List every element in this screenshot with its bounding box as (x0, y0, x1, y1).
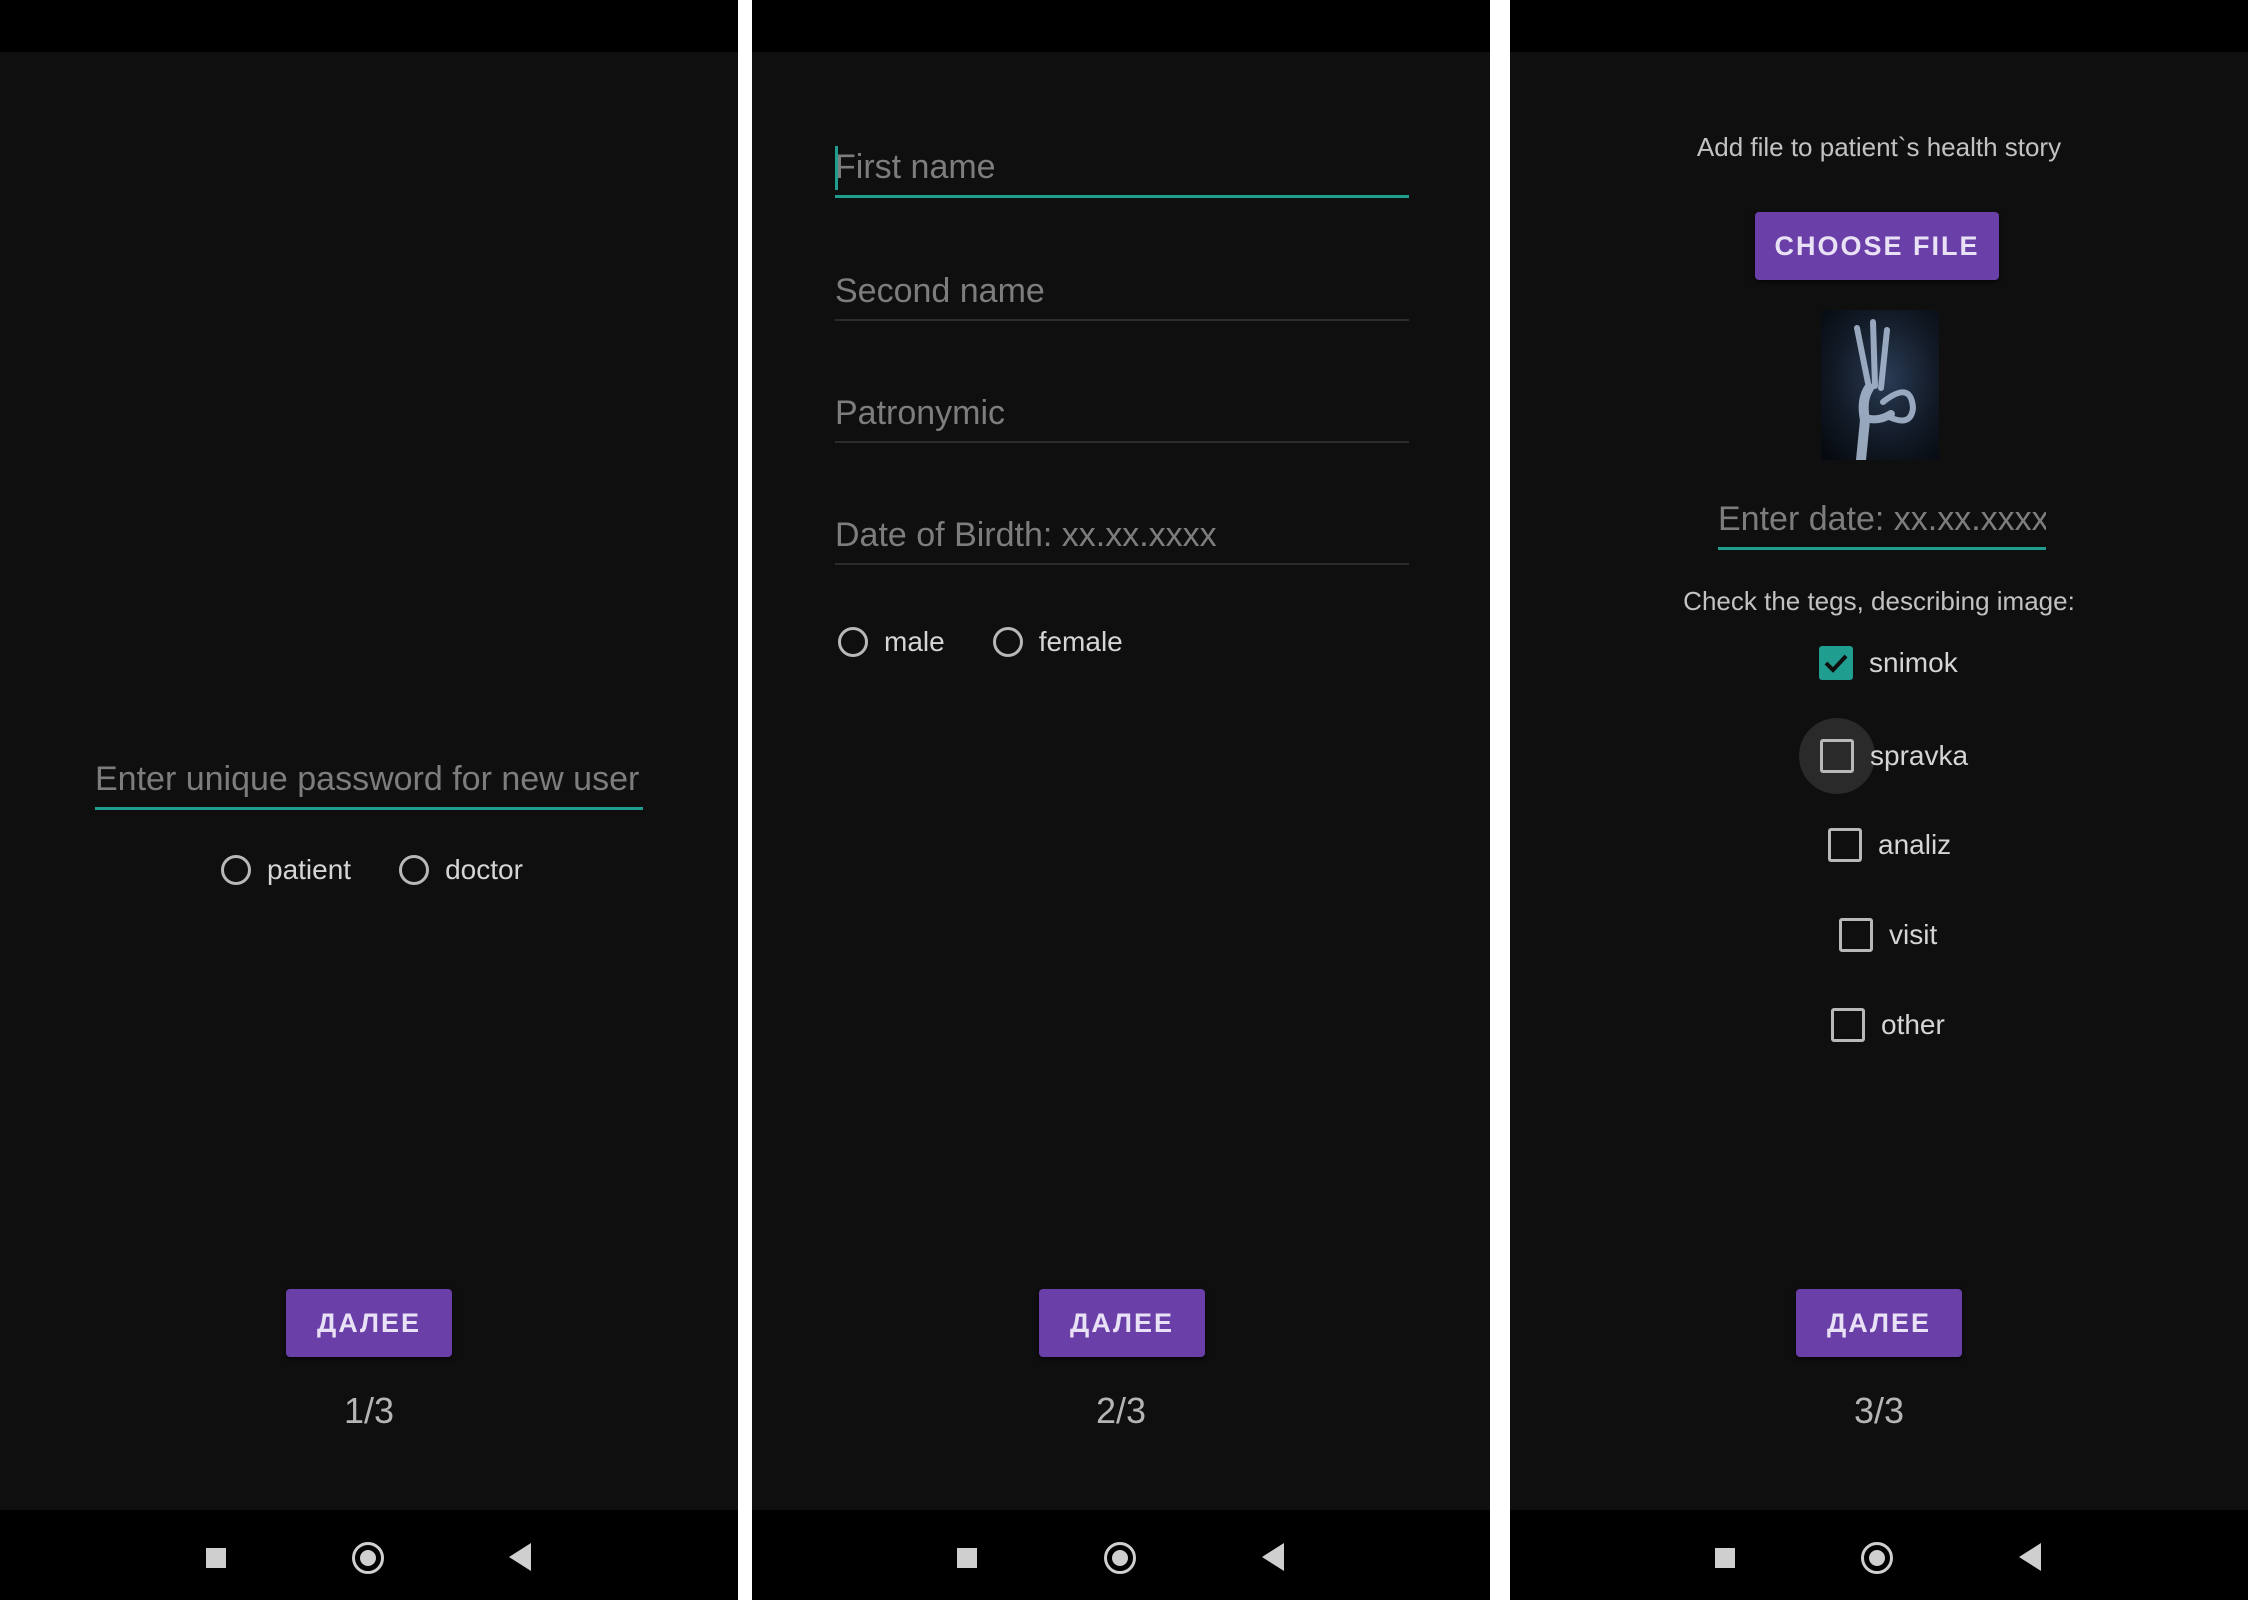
tag-label: other (1881, 1009, 1945, 1040)
xray-hand-graphic (1854, 319, 1917, 465)
page-indicator: 2/3 (1095, 1390, 1147, 1431)
xray-hand-image[interactable] (1821, 310, 1939, 465)
radio-patient-circle[interactable] (221, 855, 251, 885)
next-button[interactable]: ДАЛЕЕ (1796, 1289, 1962, 1357)
tags-caption: Check the tegs, describing image: (1683, 586, 2075, 616)
navigation-bar (0, 1510, 738, 1600)
date-of-birth-input[interactable] (835, 516, 1409, 565)
home-icon[interactable] (352, 1542, 384, 1574)
navigation-bar (1510, 1510, 2248, 1600)
radio-male[interactable]: male (838, 626, 945, 658)
tag-snimok[interactable]: snimok (1819, 646, 1958, 680)
add-file-caption: Add file to patient`s health story (1696, 132, 2062, 162)
recents-icon[interactable] (206, 1548, 226, 1568)
back-icon[interactable] (1262, 1543, 1284, 1571)
second-name-input[interactable] (835, 272, 1409, 321)
checkbox-other[interactable] (1831, 1008, 1865, 1042)
tag-other[interactable]: other (1831, 1008, 1945, 1042)
home-icon[interactable] (1861, 1542, 1893, 1574)
next-button[interactable]: ДАЛЕЕ (286, 1289, 452, 1357)
tag-visit[interactable]: visit (1839, 918, 1937, 952)
radio-female-circle[interactable] (992, 627, 1023, 657)
checkbox-visit[interactable] (1839, 918, 1873, 952)
gender-radio-group: male female (838, 626, 1171, 658)
first-name-input[interactable] (835, 148, 1409, 198)
tag-analiz[interactable]: analiz (1828, 828, 1951, 862)
status-bar (0, 0, 738, 52)
radio-male-label: male (884, 626, 945, 657)
radio-doctor-label: doctor (445, 854, 523, 885)
status-bar (1510, 0, 2248, 52)
status-bar (752, 0, 1490, 52)
tag-label: visit (1889, 919, 1938, 950)
choose-file-button[interactable]: CHOOSE FILE (1755, 212, 1999, 280)
page-indicator: 1/3 (343, 1390, 395, 1431)
page-indicator: 3/3 (1853, 1390, 1905, 1431)
checkbox-spravka[interactable] (1820, 739, 1854, 773)
recents-icon[interactable] (1715, 1548, 1735, 1568)
back-icon[interactable] (2019, 1543, 2041, 1571)
radio-male-circle[interactable] (838, 627, 868, 657)
screen-password: patient doctor ДАЛЕЕ 1/3 (0, 0, 738, 1600)
radio-female[interactable]: female (992, 626, 1123, 658)
tag-label: analiz (1878, 829, 1952, 860)
date-input[interactable] (1718, 500, 2046, 550)
navigation-bar (752, 1510, 1490, 1600)
password-input[interactable] (95, 760, 643, 810)
radio-doctor-circle[interactable] (399, 855, 430, 885)
radio-patient[interactable]: patient (221, 854, 351, 886)
patronymic-input[interactable] (835, 394, 1409, 443)
role-radio-group: patient doctor (221, 854, 571, 886)
checkbox-snimok[interactable] (1819, 646, 1853, 680)
tag-label: snimok (1869, 647, 1958, 678)
screen-add-file: Add file to patient`s health story CHOOS… (1510, 0, 2248, 1600)
radio-doctor[interactable]: doctor (399, 854, 523, 886)
check-icon (1824, 654, 1848, 673)
text-cursor (835, 146, 838, 190)
tag-label: spravka (1870, 740, 1969, 771)
tag-spravka[interactable]: spravka (1820, 739, 1968, 773)
recents-icon[interactable] (957, 1548, 977, 1568)
screen-personal-info: male female ДАЛЕЕ 2/3 (752, 0, 1490, 1600)
radio-patient-label: patient (267, 854, 352, 885)
checkbox-analiz[interactable] (1828, 828, 1862, 862)
back-icon[interactable] (509, 1543, 531, 1571)
next-button[interactable]: ДАЛЕЕ (1039, 1289, 1205, 1357)
home-icon[interactable] (1104, 1542, 1136, 1574)
radio-female-label: female (1038, 626, 1123, 657)
